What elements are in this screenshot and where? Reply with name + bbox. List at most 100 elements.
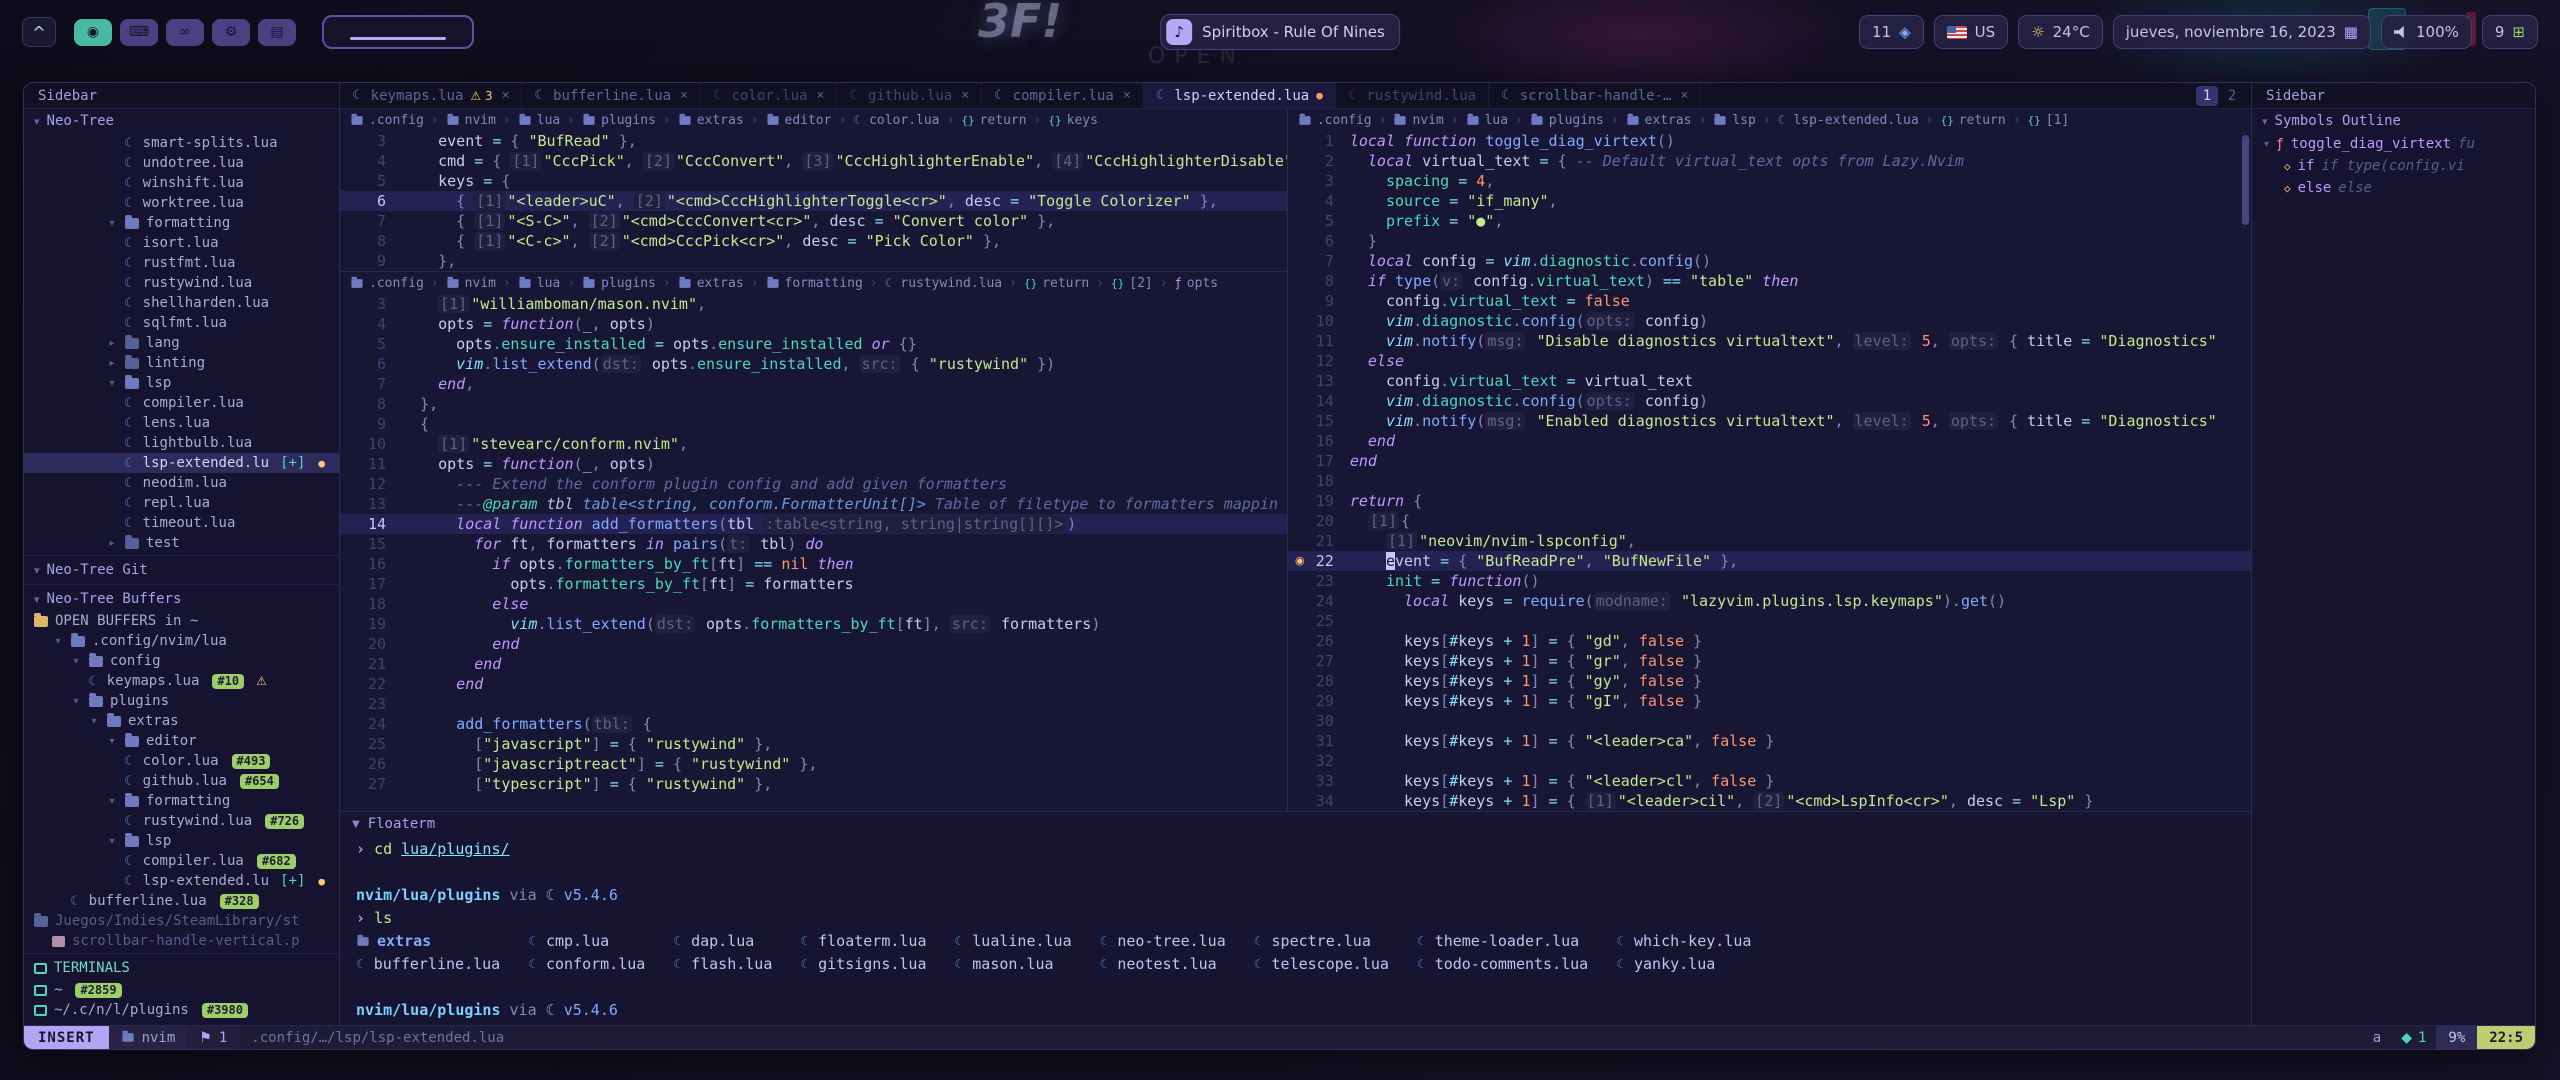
floaterm-header[interactable]: ▼ Floaterm <box>340 812 2251 836</box>
tree-item[interactable]: ☾github.lua#654 <box>24 771 339 791</box>
breadcrumb-segment[interactable]: plugins <box>1530 113 1604 128</box>
code-line[interactable]: 23 <box>340 694 1287 714</box>
tab-page-1[interactable]: 1 <box>2196 86 2218 106</box>
music-widget[interactable]: ♪ Spiritbox - Rule Of Nines <box>1160 14 1400 50</box>
section-header-symbols-outline[interactable]: ▾ Symbols Outline <box>2252 109 2535 133</box>
tree-item[interactable]: ▾formatting <box>24 791 339 811</box>
code-line[interactable]: 24 local keys = require(modname: "lazyvi… <box>1288 591 2251 611</box>
breadcrumb-segment[interactable]: nvim <box>1393 113 1443 128</box>
code-line[interactable]: 7 local config = vim.diagnostic.config() <box>1288 251 2251 271</box>
tab-close-icon[interactable]: × <box>1123 88 1131 103</box>
launcher-button[interactable]: ^ <box>22 17 56 47</box>
terminal-ls-item[interactable]: ☾mason.lua <box>955 953 1072 976</box>
breadcrumb-segment[interactable]: extras <box>678 276 744 291</box>
code-line[interactable]: 21 [1]"neovim/nvim-lspconfig", <box>1288 531 2251 551</box>
code-line[interactable]: 31 keys[#keys + 1] = { "<leader>ca", fal… <box>1288 731 2251 751</box>
terminal-ls-item[interactable]: ☾telescope.lua <box>1254 953 1389 976</box>
tree-item[interactable]: ☾worktree.lua <box>24 193 339 213</box>
code-line[interactable]: 10 vim.diagnostic.config(opts: config) <box>1288 311 2251 331</box>
tree-item[interactable]: ☾keymaps.lua#10⚠ <box>24 671 339 691</box>
breadcrumb-segment[interactable]: lua <box>518 113 560 128</box>
code-line[interactable]: 4 opts = function(_, opts) <box>340 314 1287 334</box>
tree-item[interactable]: ☾smart-splits.lua <box>24 133 339 153</box>
tree-item[interactable]: ☾shellharden.lua <box>24 293 339 313</box>
loop-button[interactable]: ∞ <box>166 19 204 46</box>
breadcrumb-segment[interactable]: .config <box>350 113 424 128</box>
terminal-ls-item[interactable]: ☾lualine.lua <box>955 930 1072 953</box>
code-line[interactable]: 4 source = "if_many", <box>1288 191 2251 211</box>
code-line[interactable]: 34 keys[#keys + 1] = { [1]"<leader>cil",… <box>1288 791 2251 811</box>
code-line[interactable]: 11 vim.notify(msg: "Disable diagnostics … <box>1288 331 2251 351</box>
tab-page-2[interactable]: 2 <box>2221 86 2243 106</box>
date-pill[interactable]: jueves, noviembre 16, 2023 ▦ <box>2113 15 2371 49</box>
code-line[interactable]: 26 keys[#keys + 1] = { "gd", false } <box>1288 631 2251 651</box>
breadcrumb-segment[interactable]: {}return <box>961 113 1026 128</box>
tab-scrollbar-handle-…[interactable]: ☾scrollbar-handle-…× <box>1489 83 1701 108</box>
terminal-ls-item[interactable]: ☾flash.lua <box>673 953 772 976</box>
code-line[interactable]: 16 if opts.formatters_by_ft[ft] == nil t… <box>340 554 1287 574</box>
code-line[interactable]: 1local function toggle_diag_virtext() <box>1288 131 2251 151</box>
code-line[interactable]: 6 vim.list_extend(dst: opts.ensure_insta… <box>340 354 1287 374</box>
tree-item[interactable]: ▾lsp <box>24 373 339 393</box>
tree-item[interactable]: ☾timeout.lua <box>24 513 339 533</box>
tab-close-icon[interactable]: × <box>1680 88 1688 103</box>
code-line[interactable]: 11 opts = function(_, opts) <box>340 454 1287 474</box>
breadcrumb-segment[interactable]: plugins <box>582 276 656 291</box>
code-area[interactable]: 3 event = { "BufRead" }, 4 cmd = { [1]"C… <box>340 131 1287 271</box>
tree-item[interactable]: ▾lsp <box>24 831 339 851</box>
code-line[interactable]: 23 init = function() <box>1288 571 2251 591</box>
workspace-tab[interactable] <box>322 15 474 49</box>
terminal-ls-item[interactable]: ☾which-key.lua <box>1616 930 1751 953</box>
tab-compiler.lua[interactable]: ☾compiler.lua× <box>982 83 1144 108</box>
code-line[interactable]: 28 keys[#keys + 1] = { "gy", false } <box>1288 671 2251 691</box>
code-line[interactable]: 9 { <box>340 414 1287 434</box>
tree-item[interactable]: ☾neodim.lua <box>24 473 339 493</box>
tree-item[interactable]: ☾compiler.lua#682 <box>24 851 339 871</box>
code-line[interactable]: 27 ["typescript"] = { "rustywind" }, <box>340 774 1287 794</box>
outline-item[interactable]: ◇ifif type(config.vi <box>2252 155 2535 177</box>
terminal-ls-item[interactable]: ☾floaterm.lua <box>800 930 926 953</box>
breadcrumb-segment[interactable]: editor <box>766 113 832 128</box>
code-line[interactable]: 17 opts.formatters_by_ft[ft] = formatter… <box>340 574 1287 594</box>
code-line[interactable]: 26 ["javascriptreact"] = { "rustywind" }… <box>340 754 1287 774</box>
floaterm-body[interactable]: › cd lua/plugins/ nvim/lua/plugins via ☾… <box>340 836 2251 1025</box>
code-line[interactable]: 29 keys[#keys + 1] = { "gI", false } <box>1288 691 2251 711</box>
terminal-ls-item[interactable]: ☾gitsigns.lua <box>800 953 926 976</box>
tree-item[interactable]: ▾config <box>24 651 339 671</box>
breadcrumb-segment[interactable]: {}[2] <box>1111 276 1153 291</box>
tree-item[interactable]: ~/.c/n/l/plugins#3980 <box>24 1000 339 1020</box>
code-line[interactable]: 14 local function add_formatters(tbl :ta… <box>340 514 1287 534</box>
code-line[interactable]: 13 config.virtual_text = virtual_text <box>1288 371 2251 391</box>
tab-rustywind.lua[interactable]: ☾rustywind.lua <box>1336 83 1489 108</box>
code-line[interactable]: 8 { [1]"<C-c>", [2]"<cmd>CccPick<cr>", d… <box>340 231 1287 251</box>
code-line[interactable]: 9 }, <box>340 251 1287 271</box>
scrollbar-handle[interactable] <box>2242 135 2249 225</box>
code-line[interactable]: 12 else <box>1288 351 2251 371</box>
code-line[interactable]: 18 else <box>340 594 1287 614</box>
workspace-pill[interactable]: 9 ⊞ <box>2482 15 2538 49</box>
breadcrumb-segment[interactable]: lsp <box>1713 113 1755 128</box>
tree-item[interactable]: Juegos/Indies/SteamLibrary/st <box>24 911 339 931</box>
code-line[interactable]: 18 <box>1288 471 2251 491</box>
power-button[interactable]: ◉ <box>74 19 112 46</box>
code-line[interactable]: 24 add_formatters(tbl: { <box>340 714 1287 734</box>
tree-item[interactable]: ☾winshift.lua <box>24 173 339 193</box>
section-header-terminals[interactable]: TERMINALS <box>24 956 339 980</box>
code-area[interactable]: 3 [1]"williamboman/mason.nvim", 4 opts =… <box>340 294 1287 811</box>
tree-item[interactable]: ▾formatting <box>24 213 339 233</box>
code-line[interactable]: 25 <box>1288 611 2251 631</box>
terminal-ls-item[interactable]: ☾bufferline.lua <box>356 953 500 976</box>
tab-close-icon[interactable]: × <box>961 88 969 103</box>
tab-github.lua[interactable]: ☾github.lua× <box>837 83 982 108</box>
tree-item[interactable]: ☾undotree.lua <box>24 153 339 173</box>
code-line[interactable]: 16 end <box>1288 431 2251 451</box>
tree-item[interactable]: ▾extras <box>24 711 339 731</box>
terminal-ls-item[interactable]: extras <box>356 930 500 953</box>
terminal-ls-item[interactable]: ☾spectre.lua <box>1254 930 1389 953</box>
tree-item[interactable]: ☾repl.lua <box>24 493 339 513</box>
code-line[interactable]: 3 event = { "BufRead" }, <box>340 131 1287 151</box>
code-area[interactable]: 1local function toggle_diag_virtext() 2 … <box>1288 131 2251 811</box>
code-line[interactable]: 15 for ft, formatters in pairs(t: tbl) d… <box>340 534 1287 554</box>
breadcrumb-segment[interactable]: {}keys <box>1048 113 1098 128</box>
tree-item[interactable]: ☾rustywind.lua <box>24 273 339 293</box>
